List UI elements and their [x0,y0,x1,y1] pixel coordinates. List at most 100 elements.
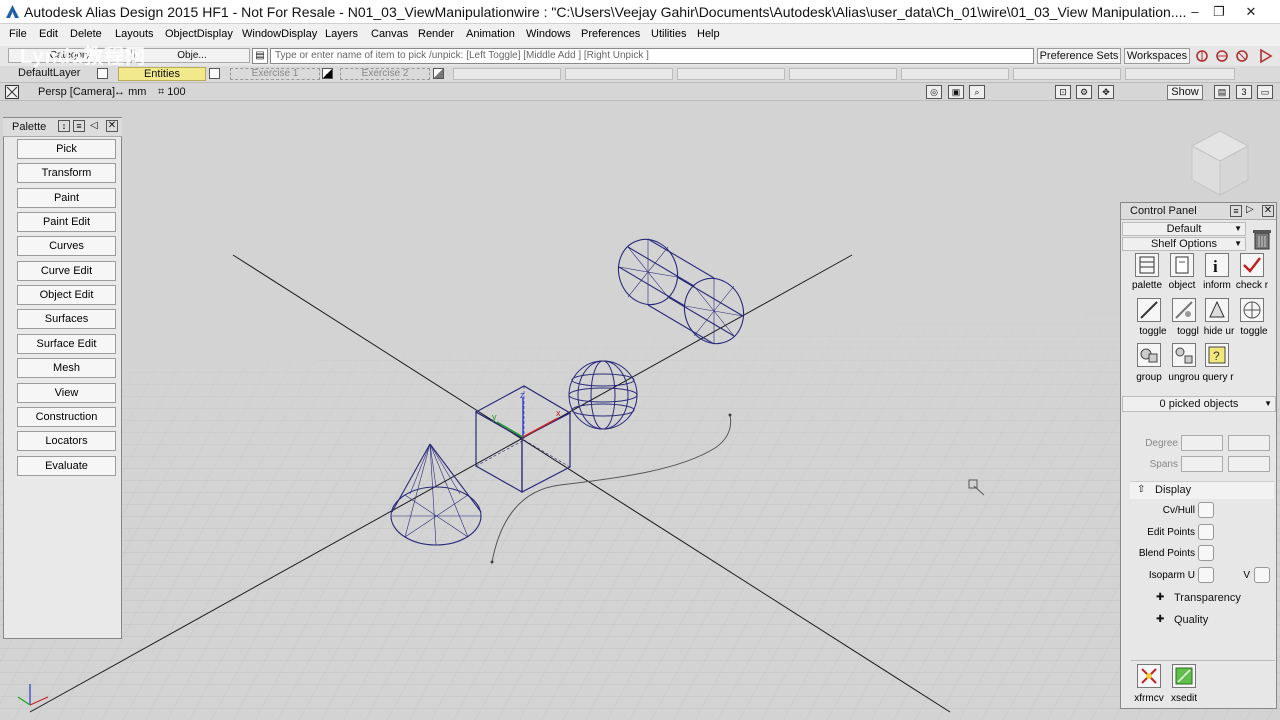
degree-field-1[interactable] [1181,435,1223,451]
palette-surfaces[interactable]: Surfaces [17,309,116,329]
control-panel-close-icon[interactable]: ✕ [1262,205,1274,217]
xsedit-shelf-icon[interactable] [1172,664,1196,688]
spans-field-2[interactable] [1228,456,1270,472]
palette-resize-icon[interactable]: ↕ [58,120,70,132]
menu-edit[interactable]: Edit [39,28,58,40]
pan-icon[interactable]: ✥ [1098,85,1114,99]
layout-icon[interactable]: ▤ [1214,85,1230,99]
shelf-options-dropdown[interactable]: Shelf Options ▼ [1122,237,1246,251]
preset-dropdown[interactable]: Default ▼ [1122,222,1246,236]
isoparm-u-checkbox[interactable] [1198,567,1214,583]
trash-icon[interactable] [1252,228,1272,250]
empty-layer-slot[interactable] [789,68,897,80]
cvhull-checkbox[interactable] [1198,502,1214,518]
empty-layer-slot[interactable] [1125,68,1235,80]
menu-layers[interactable]: Layers [325,28,358,40]
palette-close-icon[interactable]: ✕ [106,120,118,132]
transparency-section[interactable]: Transparency [1174,592,1241,604]
menu-layouts[interactable]: Layouts [115,28,154,40]
xfrmcv-shelf-icon[interactable] [1137,664,1161,688]
object-dropdown[interactable]: Obje... [134,48,250,63]
pick-name-input[interactable]: Type or enter name of item to pick /unpi… [270,48,1034,64]
expand-arrow-icon[interactable]: ✚ [1156,614,1164,625]
pick-mode-icon[interactable]: ▤ [252,48,268,64]
empty-layer-slot[interactable] [453,68,561,80]
isoparm-v-checkbox[interactable] [1254,567,1270,583]
render-icon[interactable]: ⚙ [1076,85,1092,99]
fit-view-icon[interactable]: ⊡ [1055,85,1071,99]
entities-layer-checkbox[interactable] [209,68,220,79]
object-shelf-icon[interactable] [1170,253,1194,277]
palette-locators[interactable]: Locators [17,431,116,451]
menu-render[interactable]: Render [418,28,454,40]
menu-delete[interactable]: Delete [70,28,102,40]
control-panel-menu-icon[interactable]: ≡ [1230,205,1242,217]
display-section-header[interactable] [1130,481,1274,499]
maximize-viewport-icon[interactable]: ▭ [1257,85,1273,99]
entities-layer[interactable]: Entities [118,67,206,81]
palette-menu-icon[interactable]: ≡ [73,120,85,132]
palette-transform[interactable]: Transform [17,163,116,183]
palette-object-edit[interactable]: Object Edit [17,285,116,305]
menu-help[interactable]: Help [697,28,720,40]
check-shelf-icon[interactable] [1240,253,1264,277]
exercise2-layer-state[interactable] [433,68,444,79]
exercise1-layer[interactable]: Exercise 1 [230,68,320,80]
restore-button[interactable]: ❐ [1206,2,1232,22]
palette-surface-edit[interactable]: Surface Edit [17,334,116,354]
picked-objects-dropdown[interactable]: 0 picked objects ▼ [1122,396,1276,412]
empty-layer-slot[interactable] [677,68,785,80]
palette-collapse-icon[interactable]: ◁ [90,120,98,131]
menu-preferences[interactable]: Preferences [581,28,640,40]
toggle-shelf-icon[interactable] [1240,298,1264,322]
exercise1-layer-state[interactable] [322,68,333,79]
blend-points-checkbox[interactable] [1198,545,1214,561]
info-shelf-icon[interactable]: i [1205,253,1229,277]
viewport-close-icon[interactable] [5,85,19,99]
workspaces-button[interactable]: Workspaces [1124,48,1190,64]
camera-icon[interactable]: ◎ [926,85,942,99]
ungroup-shelf-icon[interactable] [1172,343,1196,367]
palette-curve-edit[interactable]: Curve Edit [17,261,116,281]
palette-paint[interactable]: Paint [17,188,116,208]
palette-mesh[interactable]: Mesh [17,358,116,378]
menu-objectdisplay[interactable]: ObjectDisplay [165,28,233,40]
preference-sets-button[interactable]: Preference Sets [1037,48,1121,64]
toggle-shelf-icon[interactable] [1172,298,1196,322]
menu-windowdisplay[interactable]: WindowDisplay [242,28,317,40]
layout-number[interactable]: 3 [1236,85,1252,99]
minimize-button[interactable]: – [1182,2,1208,22]
palette-pick[interactable]: Pick [17,139,116,159]
zoom-icon[interactable]: ⌕ [969,85,985,99]
show-button[interactable]: Show [1167,85,1203,100]
edit-points-checkbox[interactable] [1198,524,1214,540]
control-panel-expand-icon[interactable]: ▷ [1246,204,1254,215]
empty-layer-slot[interactable] [565,68,673,80]
workspace-tools-icons[interactable] [1194,47,1278,65]
menu-animation[interactable]: Animation [466,28,515,40]
palette-shelf-icon[interactable] [1135,253,1159,277]
close-button[interactable]: ✕ [1238,2,1264,22]
menu-canvas[interactable]: Canvas [371,28,408,40]
menu-file[interactable]: File [9,28,27,40]
empty-layer-slot[interactable] [901,68,1009,80]
palette-paint-edit[interactable]: Paint Edit [17,212,116,232]
exercise2-layer[interactable]: Exercise 2 [340,68,430,80]
query-shelf-icon[interactable]: ? [1205,343,1229,367]
empty-layer-slot[interactable] [1013,68,1121,80]
palette-evaluate[interactable]: Evaluate [17,456,116,476]
collapse-arrow-icon[interactable]: ⇧ [1137,484,1145,495]
palette-curves[interactable]: Curves [17,236,116,256]
menu-windows[interactable]: Windows [526,28,571,40]
default-layer-checkbox[interactable] [97,68,108,79]
group-shelf-icon[interactable] [1137,343,1161,367]
spans-field-1[interactable] [1181,456,1223,472]
quality-section[interactable]: Quality [1174,614,1208,626]
perspective-viewport[interactable]: z x y [0,83,1280,720]
palette-construction[interactable]: Construction [17,407,116,427]
palette-view[interactable]: View [17,383,116,403]
dolly-icon[interactable]: ▣ [948,85,964,99]
hide-shelf-icon[interactable] [1205,298,1229,322]
expand-arrow-icon[interactable]: ✚ [1156,592,1164,603]
degree-field-2[interactable] [1228,435,1270,451]
